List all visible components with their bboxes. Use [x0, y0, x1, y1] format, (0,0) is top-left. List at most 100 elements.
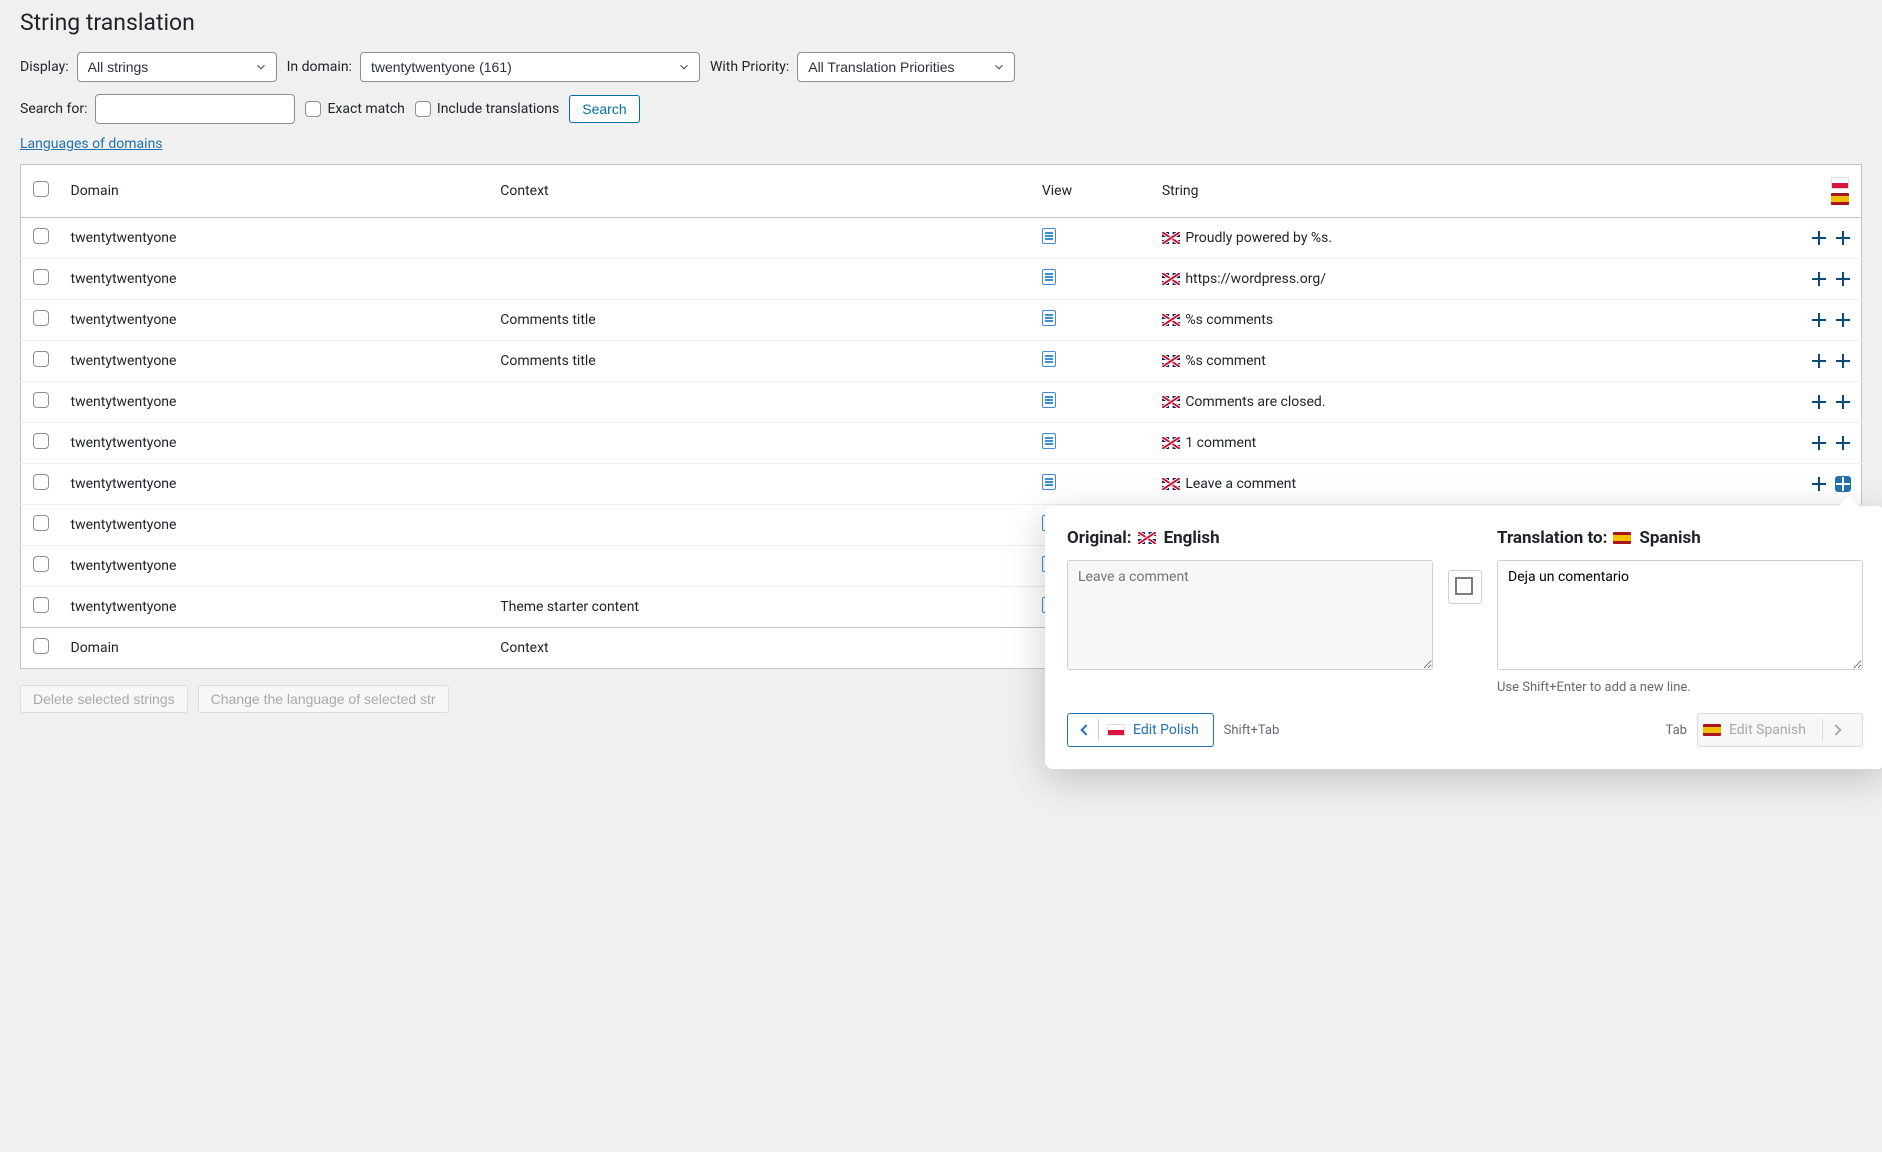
cell-string: https://wordpress.org/ [1152, 259, 1801, 300]
flag-es-icon [1831, 193, 1849, 205]
document-icon[interactable] [1042, 269, 1056, 285]
document-icon[interactable] [1042, 228, 1056, 244]
row-checkbox[interactable] [33, 515, 49, 531]
table-row: twentytwentyone 1 comment [21, 423, 1862, 464]
th-string[interactable]: String [1152, 165, 1801, 218]
delete-selected-button[interactable]: Delete selected strings [20, 685, 188, 713]
cell-domain: twentytwentyone [61, 300, 491, 341]
exact-match-label: Exact match [327, 101, 404, 117]
row-checkbox[interactable] [33, 433, 49, 449]
cell-string: %s comment [1152, 341, 1801, 382]
document-icon[interactable] [1042, 474, 1056, 490]
original-textarea [1067, 560, 1433, 670]
change-language-button[interactable]: Change the language of selected str [198, 685, 449, 713]
add-es-translation-icon[interactable] [1835, 271, 1851, 287]
flag-uk-icon [1162, 314, 1180, 326]
copy-original-button[interactable] [1448, 570, 1482, 604]
tf-domain[interactable]: Domain [61, 628, 491, 669]
row-checkbox[interactable] [33, 597, 49, 613]
search-input[interactable] [95, 94, 295, 124]
languages-of-domains-link[interactable]: Languages of domains [20, 136, 163, 152]
select-all-footer-checkbox[interactable] [33, 638, 49, 654]
cell-context [490, 546, 1032, 587]
cell-string: Comments are closed. [1152, 382, 1801, 423]
cell-context [490, 423, 1032, 464]
cell-context: Comments title [490, 300, 1032, 341]
copy-icon [1458, 580, 1472, 594]
document-icon[interactable] [1042, 351, 1056, 367]
table-row: twentytwentyone Comments are closed. [21, 382, 1862, 423]
row-checkbox[interactable] [33, 269, 49, 285]
display-select[interactable]: All strings [77, 52, 277, 82]
edit-polish-button[interactable]: Edit Polish [1067, 713, 1214, 747]
tf-context[interactable]: Context [490, 628, 1032, 669]
exact-match-checkbox[interactable] [305, 101, 321, 117]
edit-spanish-button: Edit Spanish [1697, 713, 1863, 747]
cell-string: %s comments [1152, 300, 1801, 341]
exact-match-option[interactable]: Exact match [305, 101, 404, 117]
add-es-translation-icon[interactable] [1835, 312, 1851, 328]
search-button[interactable]: Search [569, 95, 639, 123]
table-row: twentytwentyone Leave a comment [21, 464, 1862, 505]
row-checkbox[interactable] [33, 556, 49, 572]
shortcut-hint: Use Shift+Enter to add a new line. [1497, 680, 1863, 695]
document-icon[interactable] [1042, 310, 1056, 326]
translation-textarea[interactable] [1497, 560, 1863, 670]
flag-es-icon [1703, 724, 1721, 736]
cell-context: Theme starter content [490, 587, 1032, 628]
domain-select[interactable]: twentytwentyone (161) [360, 52, 700, 82]
select-all-checkbox[interactable] [33, 181, 49, 197]
cell-context [490, 218, 1032, 259]
row-checkbox[interactable] [33, 228, 49, 244]
cell-domain: twentytwentyone [61, 587, 491, 628]
cell-string: Proudly powered by %s. [1152, 218, 1801, 259]
table-row: twentytwentyone https://wordpress.org/ [21, 259, 1862, 300]
add-pl-translation-icon[interactable] [1811, 312, 1827, 328]
row-checkbox[interactable] [33, 351, 49, 367]
include-translations-label: Include translations [437, 101, 559, 117]
flag-uk-icon [1162, 437, 1180, 449]
cell-domain: twentytwentyone [61, 341, 491, 382]
document-icon[interactable] [1042, 433, 1056, 449]
search-label: Search for: [20, 101, 87, 117]
flag-pl-icon [1107, 724, 1125, 736]
th-context[interactable]: Context [490, 165, 1032, 218]
flag-pl-icon [1831, 177, 1849, 189]
cell-context [490, 382, 1032, 423]
domain-label: In domain: [287, 59, 352, 75]
chevron-right-icon [1830, 724, 1841, 735]
add-es-translation-icon[interactable] [1835, 394, 1851, 410]
include-translations-checkbox[interactable] [415, 101, 431, 117]
th-view: View [1032, 165, 1152, 218]
flag-uk-icon [1162, 396, 1180, 408]
translation-popover: Original: English Translation to: Spanis… [1045, 506, 1882, 769]
add-pl-translation-icon[interactable] [1811, 394, 1827, 410]
add-es-translation-icon[interactable] [1835, 476, 1851, 492]
translation-heading: Translation to: Spanish [1497, 528, 1863, 548]
table-row: twentytwentyone Proudly powered by %s. [21, 218, 1862, 259]
add-pl-translation-icon[interactable] [1811, 476, 1827, 492]
add-es-translation-icon[interactable] [1835, 353, 1851, 369]
cell-domain: twentytwentyone [61, 505, 491, 546]
chevron-left-icon [1080, 724, 1091, 735]
row-checkbox[interactable] [33, 310, 49, 326]
cell-string: Leave a comment [1152, 464, 1801, 505]
row-checkbox[interactable] [33, 474, 49, 490]
cell-domain: twentytwentyone [61, 546, 491, 587]
add-pl-translation-icon[interactable] [1811, 435, 1827, 451]
add-pl-translation-icon[interactable] [1811, 271, 1827, 287]
add-pl-translation-icon[interactable] [1811, 353, 1827, 369]
add-es-translation-icon[interactable] [1835, 230, 1851, 246]
include-translations-option[interactable]: Include translations [415, 101, 559, 117]
add-pl-translation-icon[interactable] [1811, 230, 1827, 246]
cell-domain: twentytwentyone [61, 259, 491, 300]
table-row: twentytwentyoneComments title %s comment [21, 341, 1862, 382]
flag-uk-icon [1138, 532, 1156, 544]
row-checkbox[interactable] [33, 392, 49, 408]
th-domain[interactable]: Domain [61, 165, 491, 218]
document-icon[interactable] [1042, 392, 1056, 408]
flag-uk-icon [1162, 355, 1180, 367]
add-es-translation-icon[interactable] [1835, 435, 1851, 451]
priority-select[interactable]: All Translation Priorities [797, 52, 1015, 82]
priority-label: With Priority: [710, 59, 789, 75]
